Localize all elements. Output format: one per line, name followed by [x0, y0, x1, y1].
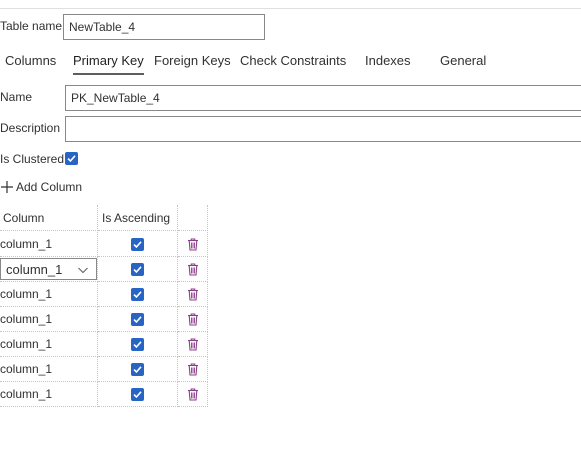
- is-ascending-cell: [98, 307, 178, 332]
- delete-row-button[interactable]: [178, 307, 208, 332]
- column-select[interactable]: column_1: [0, 258, 97, 280]
- checkmark-icon: [133, 365, 142, 373]
- trash-icon: [187, 338, 198, 351]
- column-header-label: Column: [3, 210, 45, 225]
- is-ascending-checkbox[interactable]: [131, 312, 144, 326]
- column-cell-value: column_1: [0, 362, 53, 376]
- column-cell[interactable]: column_1: [0, 382, 98, 407]
- column-cell-value: column_1: [0, 237, 53, 251]
- checkmark-icon: [133, 290, 142, 298]
- checkmark-icon: [67, 155, 76, 163]
- table-row: column_1: [0, 232, 208, 257]
- checkmark-icon: [133, 340, 142, 348]
- is-ascending-cell: [98, 232, 178, 257]
- is-ascending-checkbox[interactable]: [131, 237, 144, 251]
- column-cell[interactable]: column_1: [0, 357, 98, 382]
- is-ascending-cell: [98, 282, 178, 307]
- is-clustered-label: Is Clustered: [0, 152, 65, 166]
- active-tab-indicator: [73, 73, 144, 75]
- is-ascending-cell: [98, 382, 178, 407]
- is-ascending-checkbox[interactable]: [131, 337, 144, 351]
- name-label: Name: [0, 90, 33, 104]
- delete-row-button[interactable]: [178, 382, 208, 407]
- is-ascending-cell: [98, 332, 178, 357]
- is-ascending-checkbox[interactable]: [131, 287, 144, 301]
- checkmark-icon: [133, 315, 142, 323]
- name-input[interactable]: PK_NewTable_4: [65, 85, 581, 111]
- checkmark-icon: [133, 390, 142, 398]
- description-label: Description: [0, 121, 61, 135]
- tab-columns[interactable]: Columns: [5, 53, 56, 68]
- checkmark-icon: [133, 265, 142, 273]
- table-name-input[interactable]: NewTable_4: [63, 14, 265, 40]
- chevron-down-icon: [78, 267, 88, 274]
- trash-icon: [187, 388, 198, 401]
- trash-icon: [187, 313, 198, 326]
- is-ascending-header-label: Is Ascending: [102, 210, 171, 225]
- delete-row-button[interactable]: [178, 332, 208, 357]
- tab-primary-key[interactable]: Primary Key: [73, 53, 144, 68]
- add-column-button[interactable]: Add Column: [0, 178, 82, 196]
- trash-icon: [187, 288, 198, 301]
- table-row: column_1: [0, 357, 208, 382]
- description-input[interactable]: [65, 116, 581, 142]
- column-cell-value: column_1: [0, 387, 53, 401]
- table-row: column_1: [0, 282, 208, 307]
- column-cell[interactable]: column_1: [0, 257, 98, 282]
- column-cell[interactable]: column_1: [0, 307, 98, 332]
- delete-row-button[interactable]: [178, 357, 208, 382]
- is-ascending-cell: [98, 357, 178, 382]
- tab-foreign-keys[interactable]: Foreign Keys: [154, 53, 231, 68]
- column-cell[interactable]: column_1: [0, 232, 98, 257]
- table-row: column_1: [0, 382, 208, 407]
- is-ascending-header: Is Ascending: [98, 205, 178, 231]
- top-divider: [0, 8, 581, 9]
- table-name-label: Table name: [0, 19, 63, 33]
- trash-icon: [187, 238, 198, 251]
- table-row: column_1: [0, 307, 208, 332]
- delete-row-button[interactable]: [178, 257, 208, 282]
- column-cell-value: column_1: [0, 337, 53, 351]
- column-header: Column: [0, 205, 98, 231]
- column-cell[interactable]: column_1: [0, 282, 98, 307]
- column-cell-value: column_1: [0, 287, 53, 301]
- column-select-value: column_1: [6, 261, 63, 277]
- tab-check-constraints[interactable]: Check Constraints: [240, 53, 346, 68]
- is-ascending-cell: [98, 257, 178, 282]
- trash-icon: [187, 263, 198, 276]
- table-row: column_1: [0, 257, 208, 282]
- is-ascending-checkbox[interactable]: [131, 387, 144, 401]
- column-cell[interactable]: column_1: [0, 332, 98, 357]
- plus-icon: [1, 181, 13, 193]
- is-ascending-checkbox[interactable]: [131, 262, 144, 276]
- actions-header: [178, 205, 208, 231]
- grid-header-row: Column Is Ascending: [0, 205, 208, 231]
- delete-row-button[interactable]: [178, 282, 208, 307]
- column-cell-value: column_1: [0, 312, 53, 326]
- tab-general[interactable]: General: [440, 53, 486, 68]
- trash-icon: [187, 363, 198, 376]
- tab-indexes[interactable]: Indexes: [365, 53, 411, 68]
- is-clustered-checkbox[interactable]: [65, 152, 78, 165]
- is-ascending-checkbox[interactable]: [131, 362, 144, 376]
- delete-row-button[interactable]: [178, 232, 208, 257]
- checkmark-icon: [133, 240, 142, 248]
- table-row: column_1: [0, 332, 208, 357]
- add-column-label: Add Column: [16, 180, 83, 194]
